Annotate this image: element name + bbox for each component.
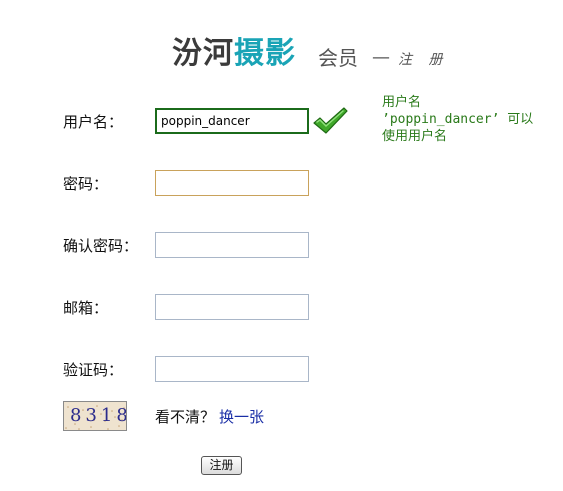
- check-icon: [313, 107, 348, 134]
- logo-subtitle: 会员: [318, 46, 358, 70]
- confirm-password-label: 确认密码：: [63, 237, 139, 255]
- logo-register-text: 注 册: [398, 52, 449, 68]
- captcha-image[interactable]: 8318: [63, 401, 127, 431]
- validation-line2: ’poppin_dancer’ 可以: [382, 112, 534, 127]
- password-label: 密码：: [63, 175, 109, 193]
- confirm-password-input[interactable]: [155, 232, 309, 258]
- register-button[interactable]: 注册: [201, 456, 242, 475]
- captcha-label: 验证码：: [63, 361, 124, 379]
- username-validation-message: 用户名 ’poppin_dancer’ 可以 使用用户名: [382, 94, 557, 145]
- password-input[interactable]: [155, 170, 309, 196]
- email-input[interactable]: [155, 294, 309, 320]
- captcha-input[interactable]: [155, 356, 309, 382]
- username-input[interactable]: [155, 108, 309, 134]
- logo-brand-part1: 汾河: [172, 36, 234, 71]
- validation-line3: 使用用户名: [382, 129, 448, 144]
- username-label: 用户名：: [63, 113, 124, 131]
- validation-line1: 用户名: [382, 95, 422, 110]
- logo-brand: 汾河摄影: [172, 36, 296, 72]
- captcha-cant-see-text: 看不清？: [155, 408, 216, 426]
- captcha-text: 8318: [70, 405, 127, 426]
- captcha-refresh-link[interactable]: 换一张: [219, 407, 264, 427]
- site-logo: 汾河摄影 会员 — 注 册: [172, 36, 452, 76]
- logo-brand-part2: 摄影: [234, 36, 296, 71]
- email-label: 邮箱：: [63, 299, 109, 317]
- logo-dash: —: [372, 47, 390, 68]
